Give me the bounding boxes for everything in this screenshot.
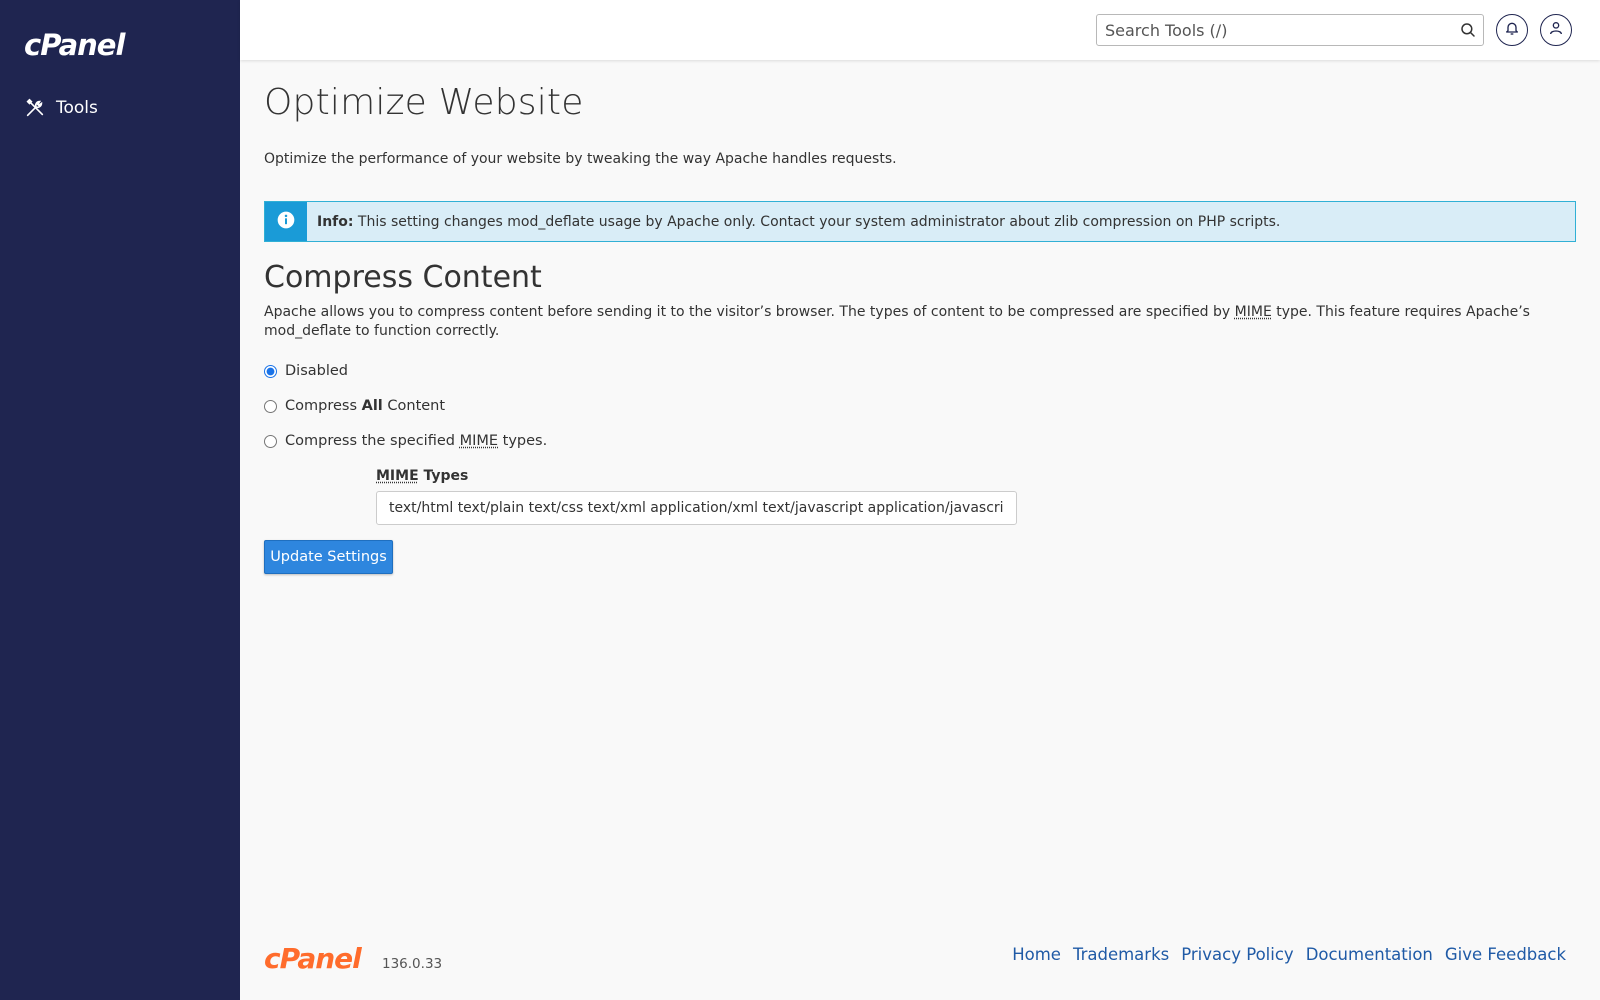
footer-link-documentation[interactable]: Documentation bbox=[1306, 945, 1433, 964]
mime-label-suffix: Types bbox=[418, 468, 469, 484]
notifications-button[interactable] bbox=[1496, 14, 1528, 46]
footer-link-home[interactable]: Home bbox=[1012, 945, 1061, 964]
tools-icon bbox=[24, 97, 46, 119]
info-alert: Info: This setting changes mod_deflate u… bbox=[264, 201, 1576, 242]
option-compress-specified[interactable]: Compress the specified MIME types. bbox=[264, 433, 547, 449]
radio-disabled[interactable] bbox=[264, 364, 277, 378]
option-specified-suffix: types. bbox=[498, 433, 548, 449]
search-box bbox=[1096, 14, 1484, 46]
mime-types-input[interactable] bbox=[376, 491, 1017, 525]
footer-version: 136.0.33 bbox=[382, 956, 443, 972]
option-specified-prefix: Compress the specified bbox=[285, 433, 460, 449]
section-description: Apache allows you to compress content be… bbox=[264, 303, 1554, 341]
info-icon bbox=[276, 210, 296, 234]
radio-compress-specified[interactable] bbox=[264, 434, 277, 448]
footer-cpanel-logo[interactable]: cPanel bbox=[264, 942, 362, 975]
page-description: Optimize the performance of your website… bbox=[264, 151, 897, 167]
option-all-suffix: Content bbox=[382, 398, 446, 414]
mime-abbr: MIME bbox=[459, 433, 499, 449]
info-label: Info: bbox=[317, 213, 354, 230]
option-all-bold: All bbox=[361, 398, 383, 414]
footer-links: Home Trademarks Privacy Policy Documenta… bbox=[1012, 945, 1566, 964]
info-text: This setting changes mod_deflate usage b… bbox=[353, 213, 1281, 230]
search-icon[interactable] bbox=[1459, 21, 1477, 39]
option-disabled[interactable]: Disabled bbox=[264, 363, 348, 379]
footer-link-give-feedback[interactable]: Give Feedback bbox=[1445, 945, 1566, 964]
mime-types-label: MIME Types bbox=[376, 468, 468, 484]
bell-icon bbox=[1504, 20, 1520, 40]
option-compress-all[interactable]: Compress All Content bbox=[264, 398, 445, 414]
page-title: Optimize Website bbox=[264, 82, 584, 123]
radio-compress-all[interactable] bbox=[264, 399, 277, 413]
option-compress-all-label: Compress All Content bbox=[285, 398, 445, 414]
sidebar-item-tools[interactable]: Tools bbox=[24, 94, 98, 122]
sidebar-item-label: Tools bbox=[56, 98, 98, 118]
cpanel-logo[interactable]: cPanel bbox=[24, 28, 125, 62]
footer-link-trademarks[interactable]: Trademarks bbox=[1073, 945, 1169, 964]
user-menu-button[interactable] bbox=[1540, 14, 1572, 46]
option-compress-specified-label: Compress the specified MIME types. bbox=[285, 433, 547, 449]
mime-abbr: MIME bbox=[376, 468, 419, 484]
section-desc-part1: Apache allows you to compress content be… bbox=[264, 304, 1235, 320]
info-icon-panel bbox=[265, 202, 307, 241]
footer-link-privacy-policy[interactable]: Privacy Policy bbox=[1181, 945, 1293, 964]
option-all-prefix: Compress bbox=[285, 398, 362, 414]
app-root: cPanel Tools Search Tools (/) Optimize W… bbox=[0, 0, 1600, 1000]
section-title: Compress Content bbox=[264, 260, 542, 295]
info-message: Info: This setting changes mod_deflate u… bbox=[307, 214, 1280, 230]
top-header bbox=[240, 0, 1600, 60]
option-disabled-label: Disabled bbox=[285, 363, 348, 379]
update-settings-button[interactable]: Update Settings bbox=[264, 540, 393, 574]
user-icon bbox=[1548, 20, 1564, 40]
search-input[interactable] bbox=[1097, 15, 1447, 45]
mime-abbr: MIME bbox=[1234, 304, 1272, 320]
sidebar: cPanel Tools bbox=[0, 0, 240, 1000]
